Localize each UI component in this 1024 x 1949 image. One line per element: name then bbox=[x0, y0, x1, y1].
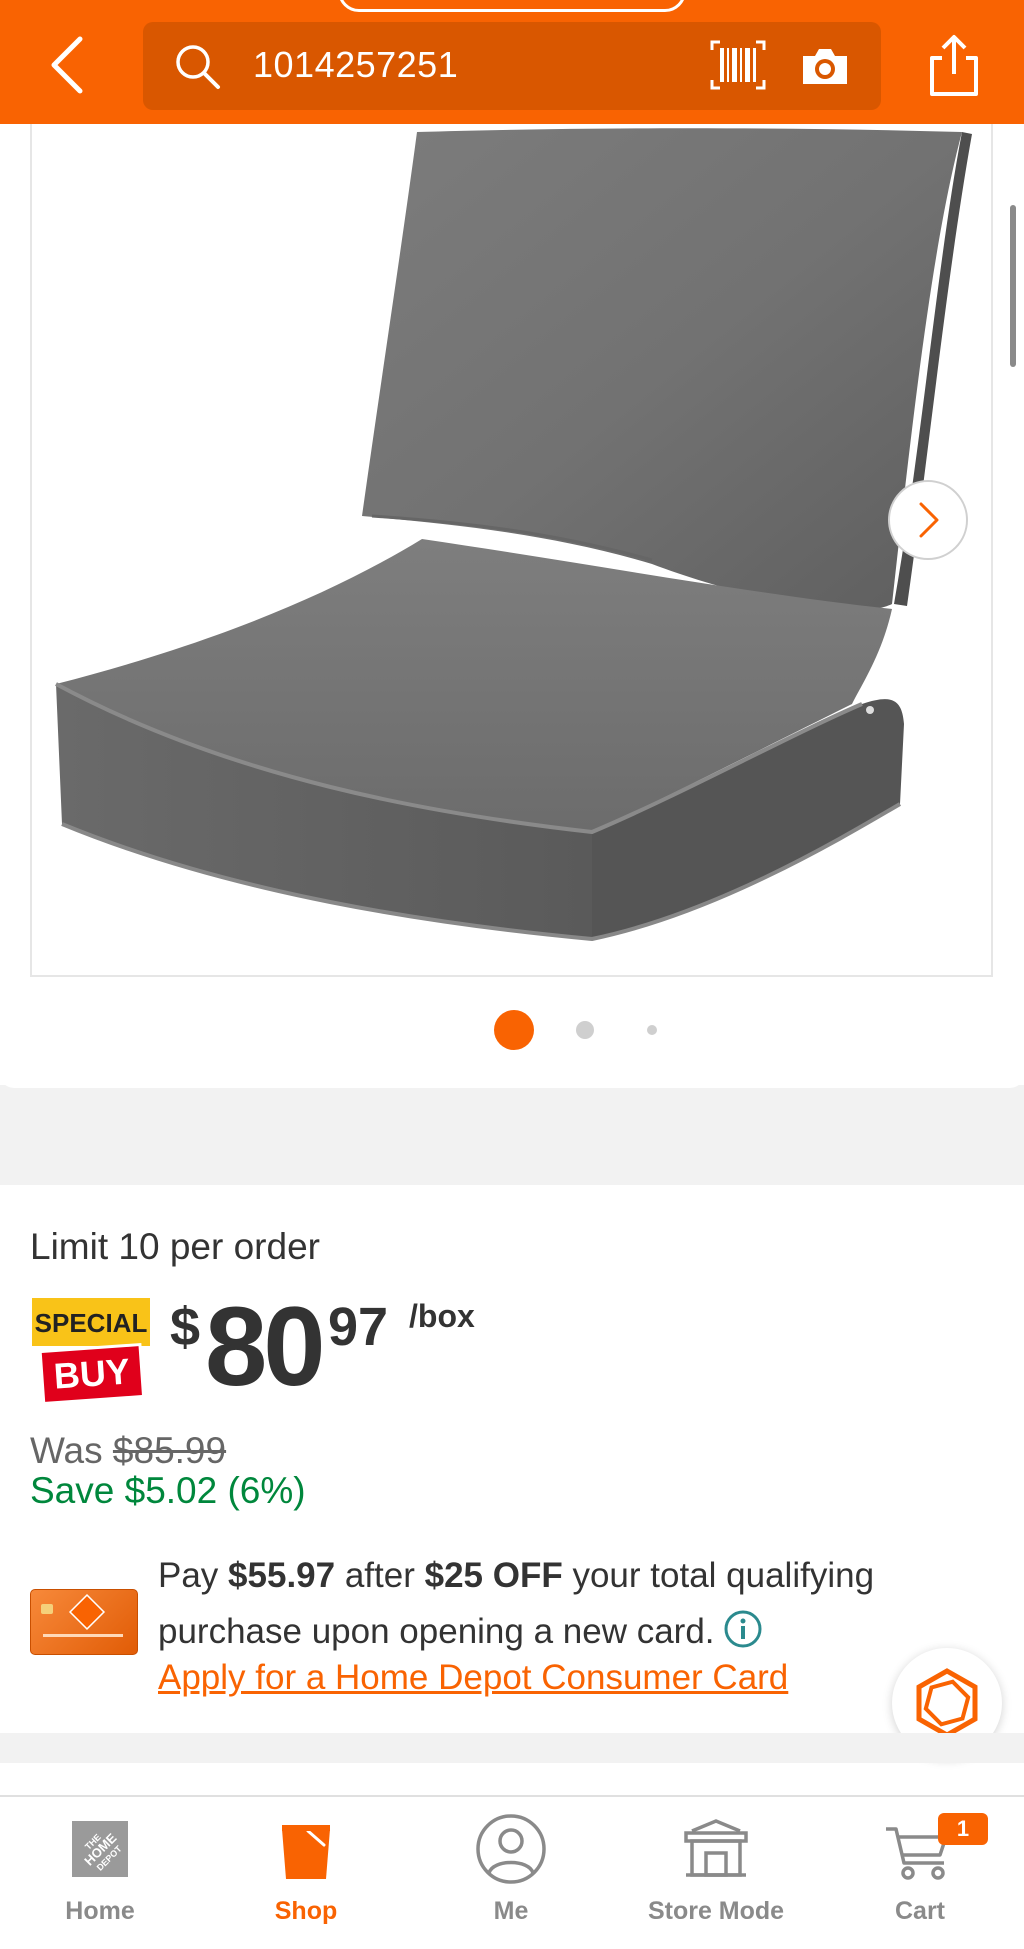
hexagon-chat-icon bbox=[916, 1668, 978, 1738]
gallery-dot-2[interactable] bbox=[576, 1021, 594, 1039]
search-icon bbox=[176, 45, 220, 89]
promo-after: after bbox=[344, 1556, 415, 1595]
tab-cart-label: Cart bbox=[894, 1897, 945, 1925]
seat-cushion-image bbox=[55, 128, 972, 942]
price-cents: 97 bbox=[328, 1297, 389, 1357]
search-input[interactable]: 1014257251 bbox=[253, 44, 458, 86]
tab-home[interactable]: THE HOME DEPOT Home bbox=[0, 1797, 200, 1949]
tab-shop[interactable]: Shop bbox=[206, 1797, 406, 1949]
chevron-left-icon bbox=[51, 36, 83, 94]
cart-count-badge: 1 bbox=[938, 1813, 988, 1845]
tab-cart[interactable]: 1 Cart bbox=[820, 1797, 1020, 1949]
chevron-right-icon bbox=[919, 502, 939, 538]
savings-text: Save $5.02 (6%) bbox=[30, 1470, 306, 1511]
bottom-section-divider bbox=[0, 1733, 1024, 1763]
product-image[interactable] bbox=[30, 124, 993, 977]
promo-off-amount: $25 OFF bbox=[424, 1556, 563, 1595]
user-icon bbox=[476, 1814, 546, 1884]
gallery-dot-3[interactable] bbox=[647, 1025, 657, 1035]
was-label: Was bbox=[30, 1430, 103, 1471]
next-image-button[interactable] bbox=[888, 480, 968, 560]
home-depot-logo-icon: THE HOME DEPOT bbox=[72, 1821, 128, 1877]
tab-store-mode-label: Store Mode bbox=[647, 1897, 785, 1925]
share-button[interactable] bbox=[926, 30, 982, 100]
gallery-dot-1[interactable] bbox=[494, 1010, 534, 1050]
scrollbar[interactable] bbox=[1010, 205, 1016, 367]
tab-me-label: Me bbox=[493, 1897, 529, 1925]
store-icon bbox=[684, 1819, 748, 1877]
gallery-pagination bbox=[0, 1005, 1024, 1055]
credit-card-icon bbox=[41, 1593, 123, 1637]
tab-pill bbox=[338, 0, 686, 12]
search-field[interactable]: 1014257251 bbox=[143, 22, 881, 110]
apply-card-link[interactable]: Apply for a Home Depot Consumer Card bbox=[158, 1658, 788, 1698]
price-dollars: 80 bbox=[205, 1284, 326, 1409]
tab-store-mode[interactable]: Store Mode bbox=[616, 1797, 816, 1949]
badge-top-text: SPECIAL bbox=[35, 1308, 148, 1338]
card-promo-text: Pay $55.97 after $25 OFF your total qual… bbox=[158, 1548, 938, 1660]
gallery-card-bottom bbox=[0, 1072, 1024, 1088]
special-buy-badge: SPECIAL BUY bbox=[32, 1298, 150, 1406]
tab-home-label: Home bbox=[65, 1897, 135, 1925]
share-icon bbox=[930, 35, 978, 96]
badge-bottom-text: BUY bbox=[52, 1350, 131, 1396]
price-currency: $ bbox=[170, 1297, 201, 1357]
info-icon[interactable] bbox=[723, 1609, 763, 1649]
barcode-icon[interactable] bbox=[710, 40, 766, 90]
back-button[interactable] bbox=[40, 30, 96, 100]
bottom-tab-bar: THE HOME DEPOT Home Shop Me Store Mode 1… bbox=[0, 1795, 1024, 1947]
tab-me[interactable]: Me bbox=[411, 1797, 611, 1949]
credit-card-image bbox=[30, 1589, 138, 1655]
tab-shop-label: Shop bbox=[274, 1897, 338, 1925]
price-unit: /box bbox=[409, 1298, 475, 1334]
section-divider bbox=[0, 1085, 1024, 1185]
shop-bucket-icon bbox=[282, 1825, 330, 1879]
camera-icon[interactable] bbox=[799, 42, 851, 90]
top-bar: 1014257251 bbox=[0, 0, 1024, 124]
was-price: $85.99 bbox=[112, 1430, 227, 1471]
promo-pay-prefix: Pay bbox=[158, 1556, 219, 1595]
was-price-line: Was $85.99 bbox=[30, 1430, 226, 1472]
promo-pay-amount: $55.97 bbox=[228, 1556, 336, 1595]
order-limit-text: Limit 10 per order bbox=[30, 1226, 320, 1267]
